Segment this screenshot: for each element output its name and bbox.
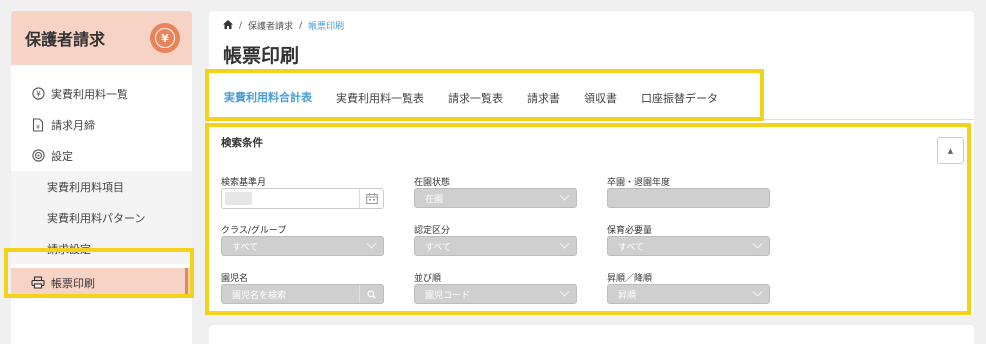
breadcrumb: / 保護者請求 / 帳票印刷 bbox=[223, 19, 344, 32]
enroll-status-label: 在園状態 bbox=[414, 178, 451, 188]
sidebar-item-label: 帳票印刷 bbox=[51, 276, 95, 290]
main-panel: / 保護者請求 / 帳票印刷 帳票印刷 実費利用料合計表 実費利用料一覧表 請求… bbox=[209, 11, 974, 316]
tab-billing-list[interactable]: 請求一覧表 bbox=[436, 75, 515, 120]
document-icon: ¥ bbox=[31, 117, 45, 132]
sidebar-subitem-billing-settings[interactable]: 請求設定 bbox=[11, 233, 192, 264]
breadcrumb-sep: / bbox=[239, 20, 243, 31]
search-panel: 検索条件 ▲ 検索基準月 在園状態 在園 卒園・退園年度 クラス/グループ すべ… bbox=[212, 127, 967, 311]
sort-order-select[interactable]: 園児コード bbox=[414, 284, 577, 304]
grad-year-input[interactable] bbox=[607, 188, 770, 208]
collapse-button[interactable]: ▲ bbox=[937, 137, 964, 164]
grad-year-label: 卒園・退園年度 bbox=[607, 178, 671, 188]
class-group-label: クラス/グループ bbox=[221, 226, 287, 236]
asc-desc-select[interactable]: 昇順 bbox=[607, 284, 770, 304]
sort-order-label: 並び順 bbox=[414, 274, 442, 284]
tab-bar: 実費利用料合計表 実費利用料一覧表 請求一覧表 請求書 領収書 口座振替データ bbox=[212, 75, 730, 120]
base-month-label: 検索基準月 bbox=[221, 178, 267, 188]
tab-expense-summary[interactable]: 実費利用料合計表 bbox=[212, 75, 324, 120]
breadcrumb-parent[interactable]: 保護者請求 bbox=[248, 19, 293, 32]
svg-text:¥: ¥ bbox=[36, 124, 40, 131]
tab-receipt[interactable]: 領収書 bbox=[572, 75, 629, 120]
printer-icon bbox=[31, 275, 45, 290]
care-need-select[interactable]: すべて bbox=[607, 236, 770, 256]
sidebar-item-expense-list[interactable]: ¥ 実費利用料一覧 bbox=[11, 78, 192, 109]
sidebar: 保護者請求 ¥ ¥ 実費利用料一覧 ¥ 請求月締 設定 実費利用料項目 実費利用… bbox=[11, 11, 192, 344]
child-name-label: 園児名 bbox=[221, 274, 249, 284]
cert-class-label: 認定区分 bbox=[414, 226, 451, 236]
sidebar-item-monthly-close[interactable]: ¥ 請求月締 bbox=[11, 109, 192, 140]
chevron-down-icon bbox=[559, 238, 570, 249]
search-icon[interactable] bbox=[359, 285, 383, 303]
chevron-down-icon bbox=[559, 286, 570, 297]
settings-submenu: 実費利用料項目 実費利用料パターン 請求設定 bbox=[11, 171, 192, 264]
sidebar-item-label: 設定 bbox=[51, 149, 73, 163]
sidebar-subitem-expense-patterns[interactable]: 実費利用料パターン bbox=[11, 202, 192, 233]
tab-divider bbox=[209, 119, 974, 120]
asc-desc-label: 昇順／降順 bbox=[607, 274, 653, 284]
chevron-down-icon bbox=[559, 190, 570, 201]
search-panel-title: 検索条件 bbox=[221, 137, 263, 149]
sidebar-item-label: 実費利用料一覧 bbox=[51, 87, 128, 101]
care-need-label: 保育必要量 bbox=[607, 226, 653, 236]
sidebar-item-settings[interactable]: 設定 bbox=[11, 140, 192, 171]
tab-expense-list[interactable]: 実費利用料一覧表 bbox=[324, 75, 436, 120]
sidebar-item-label: 請求月締 bbox=[51, 118, 95, 132]
calendar-icon[interactable] bbox=[359, 189, 383, 208]
yen-badge-icon: ¥ bbox=[150, 23, 180, 53]
class-group-select[interactable]: すべて bbox=[221, 236, 384, 256]
yen-circle-icon: ¥ bbox=[31, 87, 45, 101]
caret-up-icon: ▲ bbox=[947, 146, 954, 155]
tab-invoice[interactable]: 請求書 bbox=[515, 75, 572, 120]
results-panel bbox=[209, 325, 974, 344]
sidebar-item-form-print[interactable]: 帳票印刷 bbox=[11, 268, 192, 297]
chevron-down-icon bbox=[366, 238, 377, 249]
chevron-down-icon bbox=[752, 238, 763, 249]
enroll-status-select[interactable]: 在園 bbox=[414, 188, 577, 208]
tab-bank-transfer-data[interactable]: 口座振替データ bbox=[629, 75, 730, 120]
page-title: 帳票印刷 bbox=[223, 45, 300, 67]
child-name-search-input[interactable]: 園児名を検索 bbox=[221, 284, 384, 304]
svg-text:¥: ¥ bbox=[36, 89, 41, 98]
breadcrumb-current: 帳票印刷 bbox=[308, 22, 345, 32]
sidebar-header: 保護者請求 ¥ bbox=[11, 11, 192, 65]
breadcrumb-sep: / bbox=[299, 20, 303, 31]
sidebar-title: 保護者請求 bbox=[25, 30, 106, 49]
cert-class-select[interactable]: すべて bbox=[414, 236, 577, 256]
target-icon bbox=[31, 149, 45, 163]
chevron-down-icon bbox=[752, 286, 763, 297]
sidebar-subitem-expense-items[interactable]: 実費利用料項目 bbox=[11, 171, 192, 202]
home-icon[interactable] bbox=[223, 19, 233, 32]
base-month-input[interactable] bbox=[221, 188, 384, 209]
